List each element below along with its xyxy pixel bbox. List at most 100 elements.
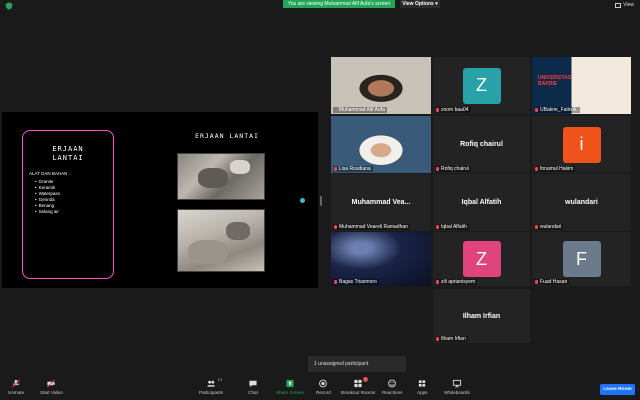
split-divider-handle[interactable] [320, 196, 322, 206]
unmute-button[interactable]: Unmute [8, 379, 24, 395]
slide-card-list: Granite Keramik Waterpass Gerinda Benang… [35, 179, 60, 215]
participant-tile[interactable]: Bagas Triasmoro [331, 232, 431, 286]
leave-room-button[interactable]: Leave Room [600, 384, 635, 395]
mic-off-icon [11, 379, 21, 388]
view-button[interactable]: View [615, 2, 634, 8]
participant-tile[interactable]: Z zili aprianisyem [433, 232, 530, 286]
start-video-label: Start Video [40, 390, 63, 395]
view-options-button[interactable]: View Options ▾ [400, 0, 440, 8]
shared-screen[interactable]: ERJAAN LANTAI ALAT DAN BAHAN : Granite K… [2, 112, 318, 288]
notification-badge: ! [363, 377, 369, 382]
mic-muted-icon [535, 108, 538, 112]
start-video-button[interactable]: Start Video [40, 379, 63, 395]
participant-tile[interactable]: Iqbal Alfatih Iqbal Alfatih [433, 174, 530, 231]
slide-card-title: ERJAAN LANTAI [23, 145, 113, 163]
record-label: Record [316, 390, 331, 395]
mic-muted-icon [334, 167, 337, 171]
whiteboard-icon [452, 379, 462, 388]
whiteboards-label: Whiteboards [444, 390, 470, 395]
slide-card-title-line2: LANTAI [52, 154, 84, 162]
participant-display-name: Ilham Irfian [462, 312, 501, 320]
chat-button[interactable]: Chat [248, 379, 258, 395]
mic-muted-icon [436, 337, 439, 341]
participant-name: Ilham Irfian [441, 336, 466, 342]
record-icon [318, 379, 328, 388]
participant-name: Muhammad Veareli Ramadhan [339, 224, 408, 230]
participants-label: Participants [199, 390, 224, 395]
participant-display-name: Iqbal Alfatih [461, 199, 502, 206]
chat-icon [248, 379, 258, 388]
participant-display-name: Rofiq chairul [460, 141, 503, 148]
meeting-toolbar: Unmute Start Video 13 Participants Chat … [0, 376, 640, 400]
participant-name: Bagas Triasmoro [339, 279, 377, 285]
slide-card: ERJAAN LANTAI ALAT DAN BAHAN : Granite K… [22, 130, 114, 279]
breakout-rooms-button[interactable]: ! Breakout Rooms [341, 377, 376, 395]
shield-icon[interactable] [5, 2, 13, 10]
participant-name: Iqbal Alfatih [441, 224, 467, 230]
unassigned-participant-notice[interactable]: 1 unassigned participant [308, 356, 406, 372]
slide-right-title: ERJAAN LANTAI [195, 132, 259, 140]
mic-muted-icon [535, 280, 538, 284]
whiteboards-button[interactable]: Whiteboards [444, 379, 470, 395]
participant-tile[interactable]: i fonamul Hakim [532, 116, 631, 173]
slide-photo-floor-1 [177, 153, 265, 200]
participant-tile[interactable]: F Fuad Hasan [532, 232, 631, 286]
smiley-icon [387, 379, 397, 388]
record-button[interactable]: Record [316, 379, 331, 395]
screen-share-banner: You are viewing Muhammad Alif Aufa's scr… [283, 0, 395, 8]
participant-display-name: wulandari [565, 199, 598, 206]
apps-icon [417, 379, 427, 388]
apps-button[interactable]: Apps [417, 379, 427, 395]
share-screen-button[interactable]: Share Screen [276, 379, 304, 395]
logo-text: UNIVERSITAS BAKRIE [538, 75, 572, 87]
top-bar: You are viewing Muhammad Alif Aufa's scr… [0, 0, 640, 12]
chat-label: Chat [248, 390, 258, 395]
participant-tile[interactable]: Muhammad Vea... Muhammad Veareli Ramadha… [331, 174, 431, 231]
participant-name: fonamul Hakim [540, 166, 574, 172]
mic-muted-icon [436, 167, 439, 171]
breakout-rooms-label: Breakout Rooms [341, 390, 376, 395]
participant-tile[interactable]: Lisa Rosdiana [331, 116, 431, 173]
participant-name: wulandari [540, 224, 562, 230]
participant-tile[interactable]: Rofiq chairul Rofiq chairul [433, 116, 530, 173]
participant-name: UBakrie_Fatin A. [540, 107, 578, 113]
participant-tile[interactable]: Muhammad Alif Aufa [331, 57, 431, 114]
video-off-icon [46, 379, 56, 388]
participants-button[interactable]: 13 Participants [199, 377, 224, 395]
slide-card-subtitle: ALAT DAN BAHAN : [29, 171, 70, 176]
participant-name: Fuad Hasan [540, 279, 568, 285]
participant-name: zoom baa04 [441, 107, 469, 113]
avatar: F [562, 241, 601, 277]
avatar: i [562, 126, 601, 163]
mic-muted-icon [334, 280, 337, 284]
avatar: Z [462, 67, 501, 104]
pointer-dot-icon [300, 198, 305, 203]
participant-tile[interactable]: UNIVERSITAS BAKRIE UBakrie_Fatin A. [532, 57, 631, 114]
reactions-button[interactable]: Reactions [382, 379, 402, 395]
participant-tile[interactable]: wulandari wulandari [532, 174, 631, 231]
grid-icon [615, 2, 622, 8]
mic-muted-icon [436, 108, 439, 112]
mic-muted-icon [436, 225, 439, 229]
mic-muted-icon [334, 108, 337, 112]
participant-name: Muhammad Alif Aufa [339, 107, 385, 113]
share-screen-icon [285, 379, 295, 388]
share-screen-label: Share Screen [276, 390, 305, 395]
participant-tile[interactable]: Ilham Irfian Ilham Irfian [433, 289, 530, 343]
participant-tile[interactable]: Z zoom baa04 [433, 57, 530, 114]
participant-name: Rofiq chairul [441, 166, 469, 172]
view-label: View [623, 2, 634, 8]
participants-icon: 13 [206, 377, 222, 388]
avatar: Z [462, 241, 501, 277]
mic-muted-icon [334, 225, 337, 229]
apps-label: Apps [417, 390, 428, 395]
slide-card-title-line1: ERJAAN [52, 145, 84, 153]
reactions-label: Reactions [382, 390, 403, 395]
list-item: Selang air [35, 209, 60, 215]
slide-photo-floor-2 [177, 209, 265, 272]
breakout-rooms-icon: ! [353, 377, 369, 388]
participant-name: zili aprianisyem [441, 279, 476, 285]
mic-muted-icon [535, 167, 538, 171]
unmute-label: Unmute [8, 390, 25, 395]
participants-count: 13 [217, 377, 222, 382]
